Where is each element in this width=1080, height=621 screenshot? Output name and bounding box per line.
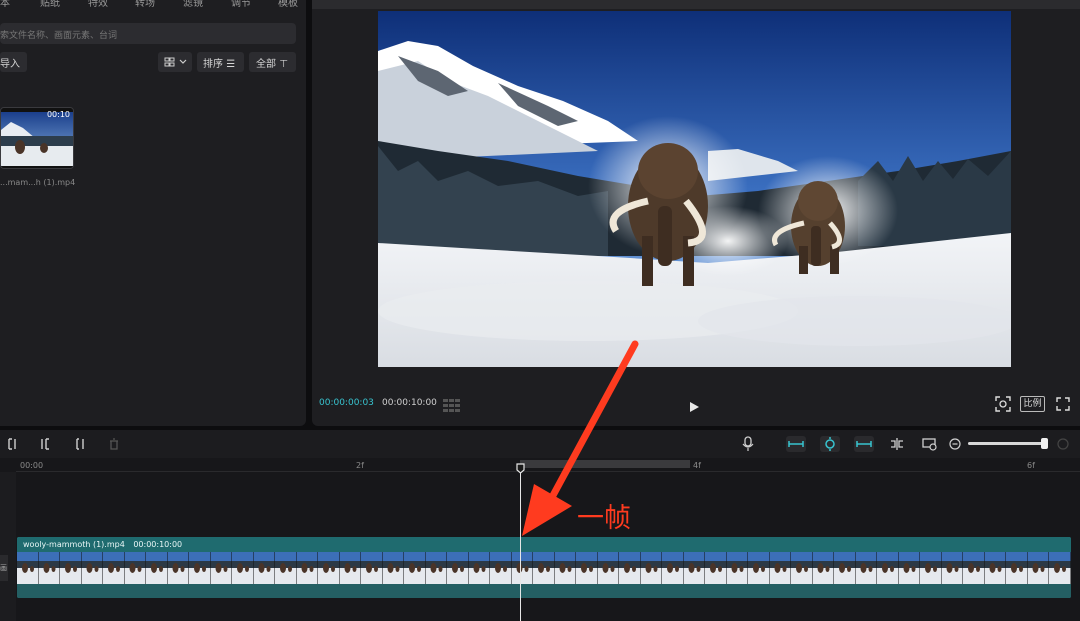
tab-templates[interactable]: 模板 xyxy=(278,0,298,9)
main-track-magnet-button[interactable] xyxy=(786,436,806,452)
timeline-grid-icon[interactable] xyxy=(443,397,461,412)
full-view-icon[interactable] xyxy=(922,437,938,451)
tab-adjust[interactable]: 调节 xyxy=(231,0,251,9)
media-duration: 00:10 xyxy=(46,110,70,119)
clip-name: wooly-mammoth (1).mp4 xyxy=(23,540,125,549)
sort-button[interactable]: 排序 ☰ xyxy=(197,52,244,72)
sort-label: 排序 xyxy=(203,59,223,70)
filter-button[interactable]: 全部 ⊤ xyxy=(249,52,296,72)
split-right-icon[interactable] xyxy=(74,437,86,451)
filter-label: 全部 xyxy=(256,59,276,70)
split-icon[interactable] xyxy=(40,437,52,451)
video-clip[interactable]: wooly-mammoth (1).mp4 00:00:10:00 xyxy=(17,537,1071,598)
zoom-out-icon[interactable] xyxy=(949,438,961,450)
search-input[interactable]: 索文件名称、画面元素、台词 xyxy=(0,23,296,44)
preview-axis-icon[interactable] xyxy=(889,437,905,451)
fullscreen-icon xyxy=(1056,397,1070,411)
filter-icon: ⊤ xyxy=(279,59,288,70)
clip-audio-lane xyxy=(17,584,1071,598)
video-preview[interactable] xyxy=(378,11,1011,367)
view-mode-button[interactable] xyxy=(158,52,192,72)
chain-icon xyxy=(856,441,872,447)
player-header xyxy=(312,0,1080,9)
linkage-button[interactable] xyxy=(854,436,874,452)
delete-icon[interactable] xyxy=(108,437,120,451)
total-duration: 00:00:10:00 xyxy=(382,398,437,408)
auto-snap-button[interactable] xyxy=(820,436,840,452)
tick-label: 2f xyxy=(356,461,364,470)
tab-transitions[interactable]: 转场 xyxy=(135,0,155,9)
mammoth-scene-image xyxy=(378,11,1011,367)
import-label: 导入 xyxy=(0,59,20,70)
play-icon xyxy=(690,402,699,412)
microphone-icon[interactable] xyxy=(742,436,754,452)
import-button[interactable]: 导入 xyxy=(0,52,27,72)
tick-label: 00:00 xyxy=(20,461,44,470)
aspect-ratio-button[interactable]: 比例 xyxy=(1020,396,1045,412)
link-clips-icon xyxy=(788,441,804,447)
play-button[interactable] xyxy=(688,398,700,412)
top-tab-bar: 本 贴纸 特效 转场 滤镜 调节 模板 xyxy=(0,0,306,9)
media-filename: ...mam...h (1).mp4 xyxy=(0,178,76,187)
track-header-column xyxy=(0,472,16,621)
current-timecode: 00:00:00:03 xyxy=(319,398,374,408)
tick-label: 6f xyxy=(1027,461,1035,470)
zoom-slider-handle[interactable] xyxy=(1041,438,1048,449)
zoom-slider-track[interactable] xyxy=(968,442,1048,445)
zoom-in-icon[interactable] xyxy=(1057,438,1069,450)
tick-label: 4f xyxy=(693,461,701,470)
snap-icon xyxy=(825,437,835,451)
track-label[interactable]: 画 xyxy=(0,555,8,581)
snapshot-button[interactable] xyxy=(995,396,1011,412)
fullscreen-button[interactable] xyxy=(1055,396,1071,412)
tab-filters[interactable]: 滤镜 xyxy=(183,0,203,9)
tab-text[interactable]: 本 xyxy=(0,0,10,9)
grid-view-icon xyxy=(164,57,187,67)
split-left-icon[interactable] xyxy=(6,437,18,451)
tab-effects[interactable]: 特效 xyxy=(88,0,108,9)
filmstrip-thumbnails xyxy=(17,552,1071,584)
clip-filmstrip xyxy=(17,552,1071,584)
search-placeholder: 索文件名称、画面元素、台词 xyxy=(0,31,118,41)
annotation-label: 一帧 xyxy=(577,503,631,534)
media-item-thumbnail[interactable]: 00:10 xyxy=(0,107,74,169)
clip-duration: 00:00:10:00 xyxy=(133,540,183,549)
tab-stickers[interactable]: 贴纸 xyxy=(40,0,60,9)
sort-icon: ☰ xyxy=(226,59,236,70)
frame-capture-icon xyxy=(995,396,1011,412)
